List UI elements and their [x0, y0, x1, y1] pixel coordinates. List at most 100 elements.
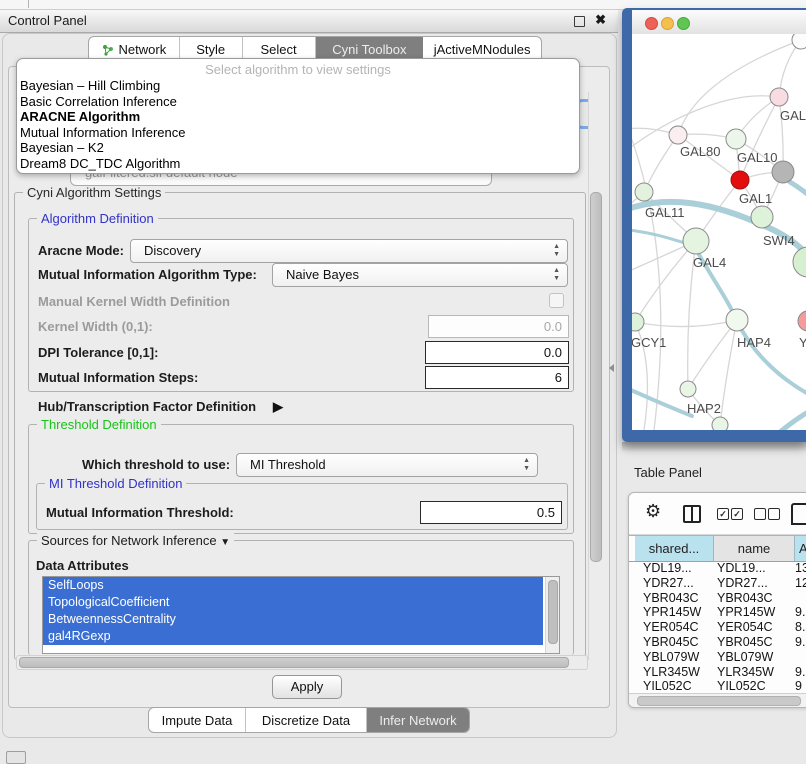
dpi-tolerance-field[interactable]: 0.0 — [425, 341, 569, 364]
tab-discretize-data-label: Discretize Data — [262, 708, 350, 733]
document-icon[interactable] — [791, 503, 806, 525]
checked-checkbox-icon[interactable]: ✓ — [717, 508, 729, 520]
list-item[interactable]: gal4RGexp — [43, 628, 543, 645]
node-label: GAL — [780, 108, 806, 123]
group-title: Threshold Definition — [37, 417, 161, 432]
network-canvas[interactable]: GAL GAL80 GAL10 GAL1 GAL11 SWI4 GAL4 GCY… — [632, 34, 806, 430]
network-view-window[interactable]: GAL GAL80 GAL10 GAL1 GAL11 SWI4 GAL4 GCY… — [622, 8, 806, 442]
column-header[interactable]: shared... — [635, 536, 714, 561]
window-shadow — [622, 442, 806, 452]
toolbar-divider — [28, 0, 29, 8]
scrollbar-thumb[interactable] — [590, 192, 602, 562]
tab-discretize-data[interactable]: Discretize Data — [246, 708, 367, 733]
data-attributes-label: Data Attributes — [36, 558, 129, 573]
close-icon[interactable]: ✖ — [595, 12, 606, 28]
network-window-titlebar[interactable] — [632, 10, 806, 35]
scrollbar-thumb[interactable] — [19, 657, 569, 668]
cell: YPR145W — [643, 605, 701, 619]
data-attributes-list[interactable]: SelfLoops TopologicalCoefficient Between… — [42, 576, 560, 654]
column-header[interactable]: A — [795, 536, 806, 561]
table-row[interactable]: YLR345WYLR345W9. — [629, 665, 806, 680]
cell: YDR27... — [717, 576, 768, 590]
unchecked-checkbox-icon[interactable] — [754, 508, 766, 520]
cell: YPR145W — [717, 605, 775, 619]
scrollbar-thumb[interactable] — [637, 696, 801, 706]
combo-arrows-icon: ▲▼ — [553, 267, 560, 283]
float-window-icon[interactable] — [574, 16, 585, 27]
mi-steps-label: Mutual Information Steps: — [38, 370, 198, 385]
algorithm-item[interactable]: Basic Correlation Inference — [20, 94, 576, 110]
cell: 9 — [795, 679, 802, 693]
cell: YDR27... — [643, 576, 694, 590]
table-row[interactable]: YIL052CYIL052C9 — [629, 679, 806, 693]
list-item[interactable]: BetweennessCentrality — [43, 611, 543, 628]
manual-kernel-width-label: Manual Kernel Width Definition — [38, 294, 230, 309]
list-item[interactable]: SelfLoops — [43, 577, 543, 594]
node-label: GAL11 — [645, 205, 685, 220]
mi-steps-value: 6 — [555, 370, 562, 385]
cell: YDL19... — [643, 561, 692, 575]
mi-algorithm-type-combobox[interactable]: Naive Bayes ▲▼ — [272, 263, 568, 287]
table-row[interactable]: YDL19... YDL19... 13 — [629, 561, 806, 576]
unchecked-checkbox-icon[interactable] — [768, 508, 780, 520]
kernel-width-label: Kernel Width (0,1): — [38, 319, 153, 334]
combo-arrows-icon: ▲▼ — [553, 243, 560, 259]
table-panel-title: Table Panel — [634, 465, 702, 480]
algorithm-item[interactable]: Mutual Information Inference — [20, 125, 576, 141]
node-label: GCY1 — [632, 335, 666, 350]
algorithm-item[interactable]: Dream8 DC_TDC Algorithm — [20, 156, 576, 172]
settings-horizontal-scrollbar[interactable] — [16, 655, 588, 670]
cell: 8. — [795, 620, 805, 634]
panel-collapse-arrow-icon[interactable] — [609, 364, 614, 372]
settings-vertical-scrollbar[interactable] — [588, 92, 602, 660]
close-traffic-icon[interactable] — [645, 17, 658, 30]
scrollbar-thumb[interactable] — [548, 580, 558, 644]
kernel-width-field[interactable]: 0.0 — [428, 315, 569, 338]
table-row[interactable]: YPR145WYPR145W9. — [629, 605, 806, 620]
tab-infer-network-label: Infer Network — [379, 708, 456, 733]
control-panel-titlebar: Control Panel ✖ — [0, 10, 618, 33]
algorithm-placeholder: Select algorithm to view settings — [17, 62, 579, 77]
table-body: YDL19...YDL19...13 YDR27...YDR27...12 YB… — [629, 561, 806, 693]
expand-right-icon[interactable]: ▶ — [273, 399, 283, 415]
cell: 9. — [795, 635, 805, 649]
table-row[interactable]: YDR27...YDR27...12 — [629, 576, 806, 591]
algorithm-item[interactable]: Bayesian – Hill Climbing — [20, 78, 576, 94]
mi-threshold-label: Mutual Information Threshold: — [46, 505, 234, 520]
list-vertical-scrollbar[interactable] — [545, 577, 559, 653]
minimize-traffic-icon[interactable] — [661, 17, 674, 30]
column-header[interactable]: name — [714, 536, 795, 561]
algorithm-item-selected[interactable]: ARACNE Algorithm — [20, 109, 576, 125]
manual-kernel-width-checkbox[interactable] — [549, 293, 564, 308]
network-graph: GAL GAL80 GAL10 GAL1 GAL11 SWI4 GAL4 GCY… — [632, 34, 806, 430]
cell: YER054C — [717, 620, 773, 634]
table-horizontal-scrollbar[interactable] — [629, 693, 806, 707]
gear-icon[interactable]: ⚙ — [645, 501, 661, 522]
list-item[interactable]: TopologicalCoefficient — [43, 594, 543, 611]
minimized-panel-icon[interactable] — [6, 751, 26, 764]
node-label: GAL10 — [737, 150, 777, 165]
control-panel-title: Control Panel — [8, 13, 87, 28]
columns-icon[interactable] — [683, 505, 701, 523]
tab-infer-network[interactable]: Infer Network — [367, 708, 469, 733]
table-row[interactable]: YER054CYER054C8. — [629, 620, 806, 635]
algorithm-item[interactable]: Bayesian – K2 — [20, 140, 576, 156]
zoom-traffic-icon[interactable] — [677, 17, 690, 30]
checked-checkbox-icon[interactable]: ✓ — [731, 508, 743, 520]
apply-button[interactable]: Apply — [272, 675, 342, 699]
group-title: MI Threshold Definition — [45, 476, 186, 491]
mi-threshold-field[interactable]: 0.5 — [420, 501, 562, 524]
cell: YLR345W — [643, 665, 700, 679]
table-row[interactable]: YBR043CYBR043C — [629, 591, 806, 606]
aracne-mode-combobox[interactable]: Discovery ▲▼ — [130, 239, 568, 263]
table-toolbar: ⚙ ✓ ✓ — [629, 493, 806, 535]
tab-impute-data[interactable]: Impute Data — [149, 708, 246, 733]
table-row[interactable]: YBL079WYBL079W — [629, 650, 806, 665]
cell: 13 — [795, 561, 806, 575]
which-threshold-combobox[interactable]: MI Threshold ▲▼ — [236, 453, 538, 477]
mi-steps-field[interactable]: 6 — [425, 366, 569, 389]
collapse-down-icon[interactable]: ▼ — [220, 537, 230, 548]
sources-title: Sources for Network Inference — [41, 533, 217, 548]
table-row[interactable]: YBR045CYBR045C9. — [629, 635, 806, 650]
cell: YDL19... — [717, 561, 766, 575]
